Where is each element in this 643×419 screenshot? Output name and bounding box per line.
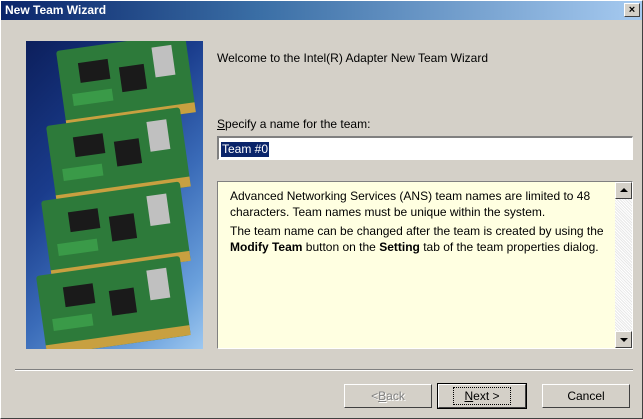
next-button-label: ext > xyxy=(473,389,500,403)
next-button-accesskey: N xyxy=(464,389,474,403)
back-button-accesskey: B xyxy=(378,389,387,403)
team-name-label-accesskey: S xyxy=(217,117,226,131)
back-button-prefix: < xyxy=(371,389,379,403)
back-button[interactable]: < Back xyxy=(344,384,432,408)
close-icon: × xyxy=(628,4,636,16)
cancel-button[interactable]: Cancel xyxy=(542,384,630,408)
team-name-label: Specify a name for the team: xyxy=(217,117,370,131)
setting-term: Setting xyxy=(379,240,420,254)
cancel-button-label: Cancel xyxy=(567,389,605,403)
modify-team-term: Modify Team xyxy=(230,240,303,254)
welcome-text: Welcome to the Intel(R) Adapter New Team… xyxy=(217,51,488,65)
team-name-label-text: pecify a name for the team: xyxy=(225,117,371,131)
window-title: New Team Wizard xyxy=(5,3,107,17)
next-button-focus: Next > xyxy=(453,387,511,405)
scroll-up-icon[interactable] xyxy=(615,182,632,199)
info-text: Advanced Networking Services (ANS) team … xyxy=(230,188,606,258)
button-separator xyxy=(15,369,633,371)
team-name-value: Team #0 xyxy=(221,142,270,157)
info-scrollbar[interactable] xyxy=(615,182,632,348)
title-bar[interactable]: New Team Wizard × xyxy=(1,1,642,20)
scroll-down-icon[interactable] xyxy=(615,331,632,348)
close-button[interactable]: × xyxy=(624,3,640,17)
info-p2-part-c: tab of the team properties dialog. xyxy=(419,240,599,254)
network-adapter-cards-icon xyxy=(26,41,203,349)
info-paragraph-2: The team name can be changed after the t… xyxy=(230,223,606,255)
wizard-window: New Team Wizard × Welcome to the Intel(R… xyxy=(0,0,643,419)
info-panel: Advanced Networking Services (ANS) team … xyxy=(217,181,633,349)
next-button[interactable]: Next > xyxy=(437,383,527,409)
info-p2-part-a: The team name can be changed after the t… xyxy=(230,224,604,238)
team-name-input[interactable]: Team #0 xyxy=(217,136,633,160)
back-button-label: ack xyxy=(386,389,405,403)
info-paragraph-1: Advanced Networking Services (ANS) team … xyxy=(230,189,591,219)
info-p2-part-b: button on the xyxy=(302,240,380,254)
